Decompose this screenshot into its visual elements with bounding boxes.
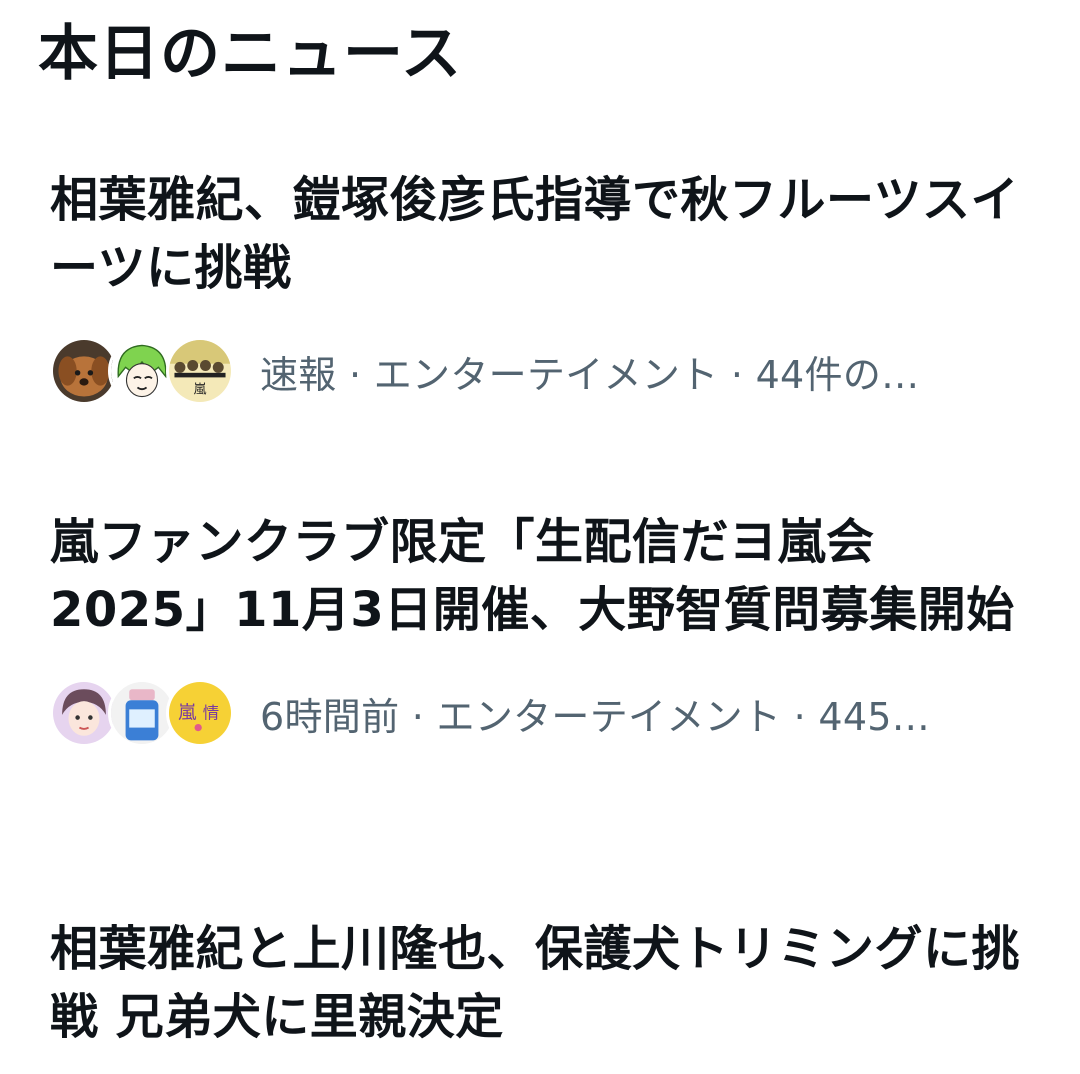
news-meta-text: 速報 · エンターテイメント · 44件の… [260,352,920,397]
arashi-group-illustration-avatar: 嵐 [166,337,234,405]
news-item[interactable]: 相葉雅紀と上川隆也、保護犬トリミングに挑戦 兄弟犬に里親決定 [50,915,1030,1051]
avatar-group: 嵐 [50,337,234,405]
news-headline[interactable]: 相葉雅紀と上川隆也、保護犬トリミングに挑戦 兄弟犬に里親決定 [50,915,1020,1051]
svg-text:嵐: 嵐 [178,702,196,723]
news-headline[interactable]: 相葉雅紀、鎧塚俊彦氏指導で秋フルーツスイーツに挑戦 [50,166,1020,302]
svg-text:嵐: 嵐 [194,382,207,397]
page-title: 本日のニュース [38,19,462,89]
arashi-info-avatar: 嵐 情 [166,679,234,747]
news-meta-row: 嵐 速報 · エンターテイメント · 44件の… [50,336,1030,406]
news-headline[interactable]: 嵐ファンクラブ限定「生配信だヨ嵐会2025」11月3日開催、大野智質問募集開始 [50,508,1020,644]
news-item[interactable]: 嵐ファンクラブ限定「生配信だヨ嵐会2025」11月3日開催、大野智質問募集開始 [50,508,1030,748]
svg-text:情: 情 [203,703,219,722]
avatar-group: 嵐 情 [50,679,234,747]
news-item[interactable]: 相葉雅紀、鎧塚俊彦氏指導で秋フルーツスイーツに挑戦 嵐 速報 · エンターテイメ… [50,166,1030,406]
news-meta-row: 嵐 情 6時間前 · エンターテイメント · 445… [50,678,1030,748]
news-meta-text: 6時間前 · エンターテイメント · 445… [260,694,931,739]
